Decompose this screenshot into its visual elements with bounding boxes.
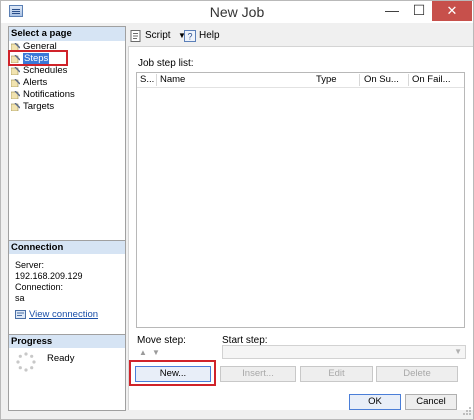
- edit-step-button[interactable]: Edit: [300, 366, 373, 382]
- main-content: Job step list: S... Name Type On Su... O…: [128, 47, 473, 410]
- title-bar: New Job — ☐ ✕: [1, 1, 473, 23]
- progress-status: Ready: [47, 353, 75, 364]
- connection-header: Connection: [9, 240, 125, 254]
- script-label: Script: [145, 30, 171, 41]
- new-button-annotation-highlight: [129, 360, 216, 386]
- grid-header: S... Name Type On Su... On Fail...: [137, 73, 464, 88]
- column-header-name[interactable]: Name: [160, 74, 185, 86]
- column-divider[interactable]: [156, 74, 157, 86]
- chevron-down-icon: ▼: [454, 347, 462, 356]
- page-item-label: Alerts: [23, 77, 48, 88]
- minimize-button[interactable]: —: [379, 1, 405, 21]
- page-item-alerts[interactable]: Alerts: [11, 77, 75, 89]
- move-up-arrow-icon[interactable]: ▲: [139, 348, 147, 357]
- page-item-schedules[interactable]: Schedules: [11, 65, 75, 77]
- ok-button[interactable]: OK: [349, 394, 401, 410]
- column-divider[interactable]: [359, 74, 360, 86]
- job-step-list-label: Job step list:: [138, 58, 194, 69]
- column-header-type[interactable]: Type: [316, 74, 337, 86]
- move-down-arrow-icon[interactable]: ▼: [152, 348, 160, 357]
- page-item-label: Targets: [23, 101, 55, 112]
- cancel-button[interactable]: Cancel: [405, 394, 457, 410]
- wrench-page-icon: [11, 79, 20, 87]
- help-button[interactable]: ? Help: [184, 29, 220, 43]
- resize-grip-icon[interactable]: [462, 406, 472, 416]
- page-item-label: Schedules: [23, 65, 68, 76]
- script-button[interactable]: Script: [130, 29, 171, 43]
- left-pane: Select a page General Steps Schedules Al…: [8, 26, 126, 411]
- column-divider[interactable]: [408, 74, 409, 86]
- wrench-page-icon: [11, 103, 20, 111]
- column-header-on-failure[interactable]: On Fail...: [412, 74, 451, 86]
- svg-text:?: ?: [188, 32, 193, 42]
- view-connection-label: View connection: [29, 309, 99, 320]
- connection-label: Connection:: [15, 282, 64, 292]
- page-item-targets[interactable]: Targets: [11, 101, 75, 113]
- close-button[interactable]: ✕: [432, 1, 472, 21]
- toolbar: Script ▼ ? Help: [128, 27, 473, 45]
- connection-properties-icon: [15, 310, 26, 319]
- page-item-label: Notifications: [23, 89, 75, 100]
- steps-annotation-highlight: [8, 50, 68, 66]
- column-header-step[interactable]: S...: [140, 74, 154, 86]
- new-job-window: New Job — ☐ ✕ Select a page General Step…: [0, 0, 474, 420]
- progress-spinner-icon: [15, 351, 37, 373]
- connection-info: Server: 192.168.209.129 Connection: sa: [15, 260, 83, 304]
- delete-step-button[interactable]: Delete: [376, 366, 458, 382]
- insert-step-button[interactable]: Insert...: [220, 366, 296, 382]
- script-icon: [130, 30, 142, 42]
- move-step-label: Move step:: [137, 335, 186, 346]
- connection-value: sa: [15, 293, 25, 303]
- maximize-button[interactable]: ☐: [406, 1, 432, 21]
- progress-header: Progress: [9, 334, 125, 348]
- job-step-grid[interactable]: S... Name Type On Su... On Fail...: [136, 72, 465, 328]
- server-label: Server:: [15, 260, 45, 270]
- view-connection-link[interactable]: View connection: [15, 309, 98, 320]
- help-icon: ?: [184, 30, 196, 42]
- wrench-page-icon: [11, 67, 20, 75]
- start-step-select[interactable]: ▼: [222, 345, 466, 359]
- wrench-page-icon: [11, 91, 20, 99]
- server-value: 192.168.209.129: [15, 271, 83, 281]
- page-item-notifications[interactable]: Notifications: [11, 89, 75, 101]
- column-header-on-success[interactable]: On Su...: [364, 74, 399, 86]
- help-label: Help: [199, 30, 220, 41]
- select-page-header: Select a page: [9, 27, 125, 41]
